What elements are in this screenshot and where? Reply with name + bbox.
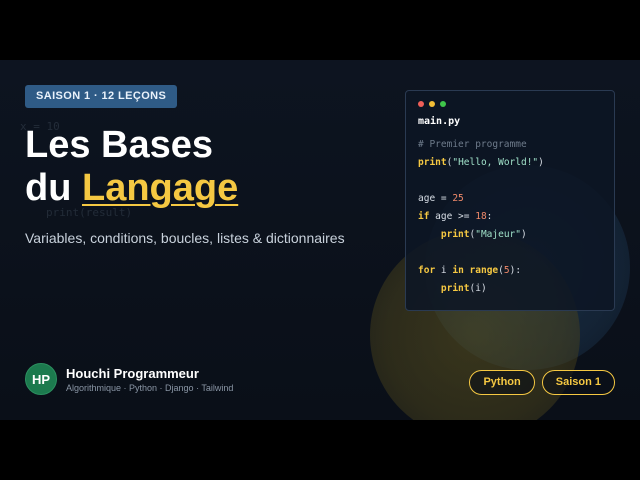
- window-controls: [418, 101, 602, 107]
- code-line-if: if age >= 18:: [418, 208, 602, 226]
- code-line-for: for i in range(5):: [418, 265, 522, 276]
- pill-python: Python: [469, 370, 535, 395]
- minimize-dot-icon: [429, 101, 435, 107]
- code-keyword: print: [418, 157, 447, 168]
- pill-season: Saison 1: [541, 370, 615, 395]
- code-window: main.py # Premier programme print("Hello…: [405, 90, 615, 311]
- subtitle: Variables, conditions, boucles, listes &…: [25, 230, 345, 246]
- code-text: i: [475, 283, 481, 294]
- title-line-1: Les Bases: [25, 124, 214, 166]
- code-text: :: [486, 211, 493, 222]
- code-keyword: if: [418, 211, 430, 222]
- author-info: Houchi Programmeur Algorithmique · Pytho…: [66, 366, 233, 393]
- title-line-2: du Langage: [25, 167, 238, 210]
- close-dot-icon: [418, 101, 424, 107]
- code-filename: main.py: [418, 116, 461, 127]
- tag-pills: Python Saison 1: [469, 370, 615, 395]
- author-block: HP Houchi Programmeur Algorithmique · Py…: [25, 363, 233, 395]
- code-line-print-i: print(i): [440, 283, 487, 294]
- code-keyword: print: [440, 283, 470, 294]
- code-number: 5: [503, 265, 510, 276]
- code-string: "Hello, World!": [452, 157, 539, 168]
- thumbnail-frame: x = 10 print(result) SAISON 1 · 12 LEÇON…: [0, 60, 640, 420]
- avatar: HP: [25, 363, 57, 395]
- code-block: # Premier programme print("Hello, World!…: [418, 136, 602, 298]
- code-line-print-hello: print("Hello, World!"): [418, 157, 544, 168]
- code-text: i: [435, 265, 453, 276]
- title-accent: Langage: [81, 167, 239, 209]
- code-string: "Majeur": [475, 229, 521, 240]
- season-badge: SAISON 1 · 12 LEÇONS: [25, 85, 178, 108]
- code-number: 25: [452, 193, 464, 204]
- maximize-dot-icon: [440, 101, 446, 107]
- code-keyword: range: [469, 265, 499, 276]
- page-title: Les Bases du Langage: [25, 124, 238, 210]
- code-text: age >=: [429, 211, 476, 222]
- code-line-print-majeur: print("Majeur"): [440, 229, 527, 240]
- author-name: Houchi Programmeur: [66, 365, 199, 381]
- code-text: age =: [418, 193, 453, 204]
- title-prefix: du: [25, 167, 82, 209]
- code-line-comment: # Premier programme: [418, 139, 527, 150]
- code-keyword: in: [452, 265, 464, 276]
- code-number: 18: [475, 211, 487, 222]
- code-keyword: print: [440, 229, 470, 240]
- code-keyword: for: [418, 265, 436, 276]
- code-text: :: [515, 265, 522, 276]
- author-tags: Algorithmique · Python · Django · Tailwi…: [66, 382, 234, 393]
- code-line-age: age = 25: [418, 190, 602, 208]
